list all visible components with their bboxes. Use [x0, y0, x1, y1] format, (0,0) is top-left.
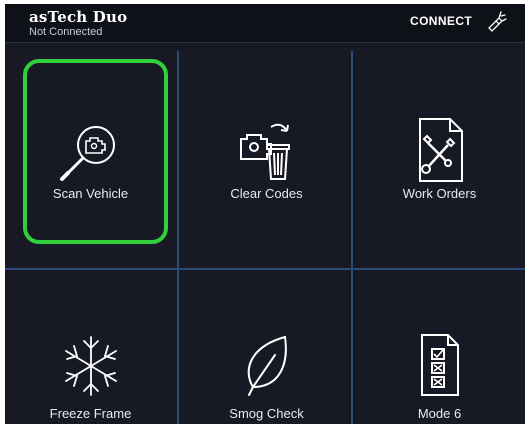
- flashlight-icon[interactable]: [485, 10, 507, 32]
- grid-divider: [5, 268, 525, 270]
- work-orders-icon: [418, 118, 463, 182]
- connection-status: Not Connected: [29, 26, 103, 38]
- brand: asTech Duo Not Connected: [29, 8, 127, 38]
- connect-button[interactable]: CONNECT: [410, 14, 472, 28]
- tile-label: Work Orders: [402, 186, 477, 201]
- tile-work-orders[interactable]: Work Orders: [354, 51, 525, 266]
- app-name: asTech Duo: [29, 8, 128, 26]
- app-screen: asTech Duo Not Connected CONNECT Scan Ve…: [5, 4, 525, 424]
- clear-codes-icon: [239, 123, 290, 180]
- leaf-icon: [247, 335, 287, 396]
- tile-mode-6[interactable]: Mode 6: [354, 271, 525, 423]
- tile-clear-codes[interactable]: Clear Codes: [181, 51, 352, 266]
- checklist-icon: [420, 334, 459, 396]
- grid-divider: [351, 51, 353, 424]
- tile-smog-check[interactable]: Smog Check: [181, 271, 352, 423]
- grid-divider: [177, 51, 179, 424]
- tile-label: Clear Codes: [230, 186, 303, 201]
- snowflake-icon: [64, 336, 117, 396]
- selected-tile-highlight: [23, 59, 168, 244]
- tile-label: Freeze Frame: [49, 406, 132, 421]
- tile-label: Mode 6: [417, 406, 462, 421]
- tile-freeze-frame[interactable]: Freeze Frame: [5, 271, 176, 423]
- top-bar: asTech Duo Not Connected CONNECT: [5, 4, 525, 43]
- tile-label: Smog Check: [229, 406, 304, 421]
